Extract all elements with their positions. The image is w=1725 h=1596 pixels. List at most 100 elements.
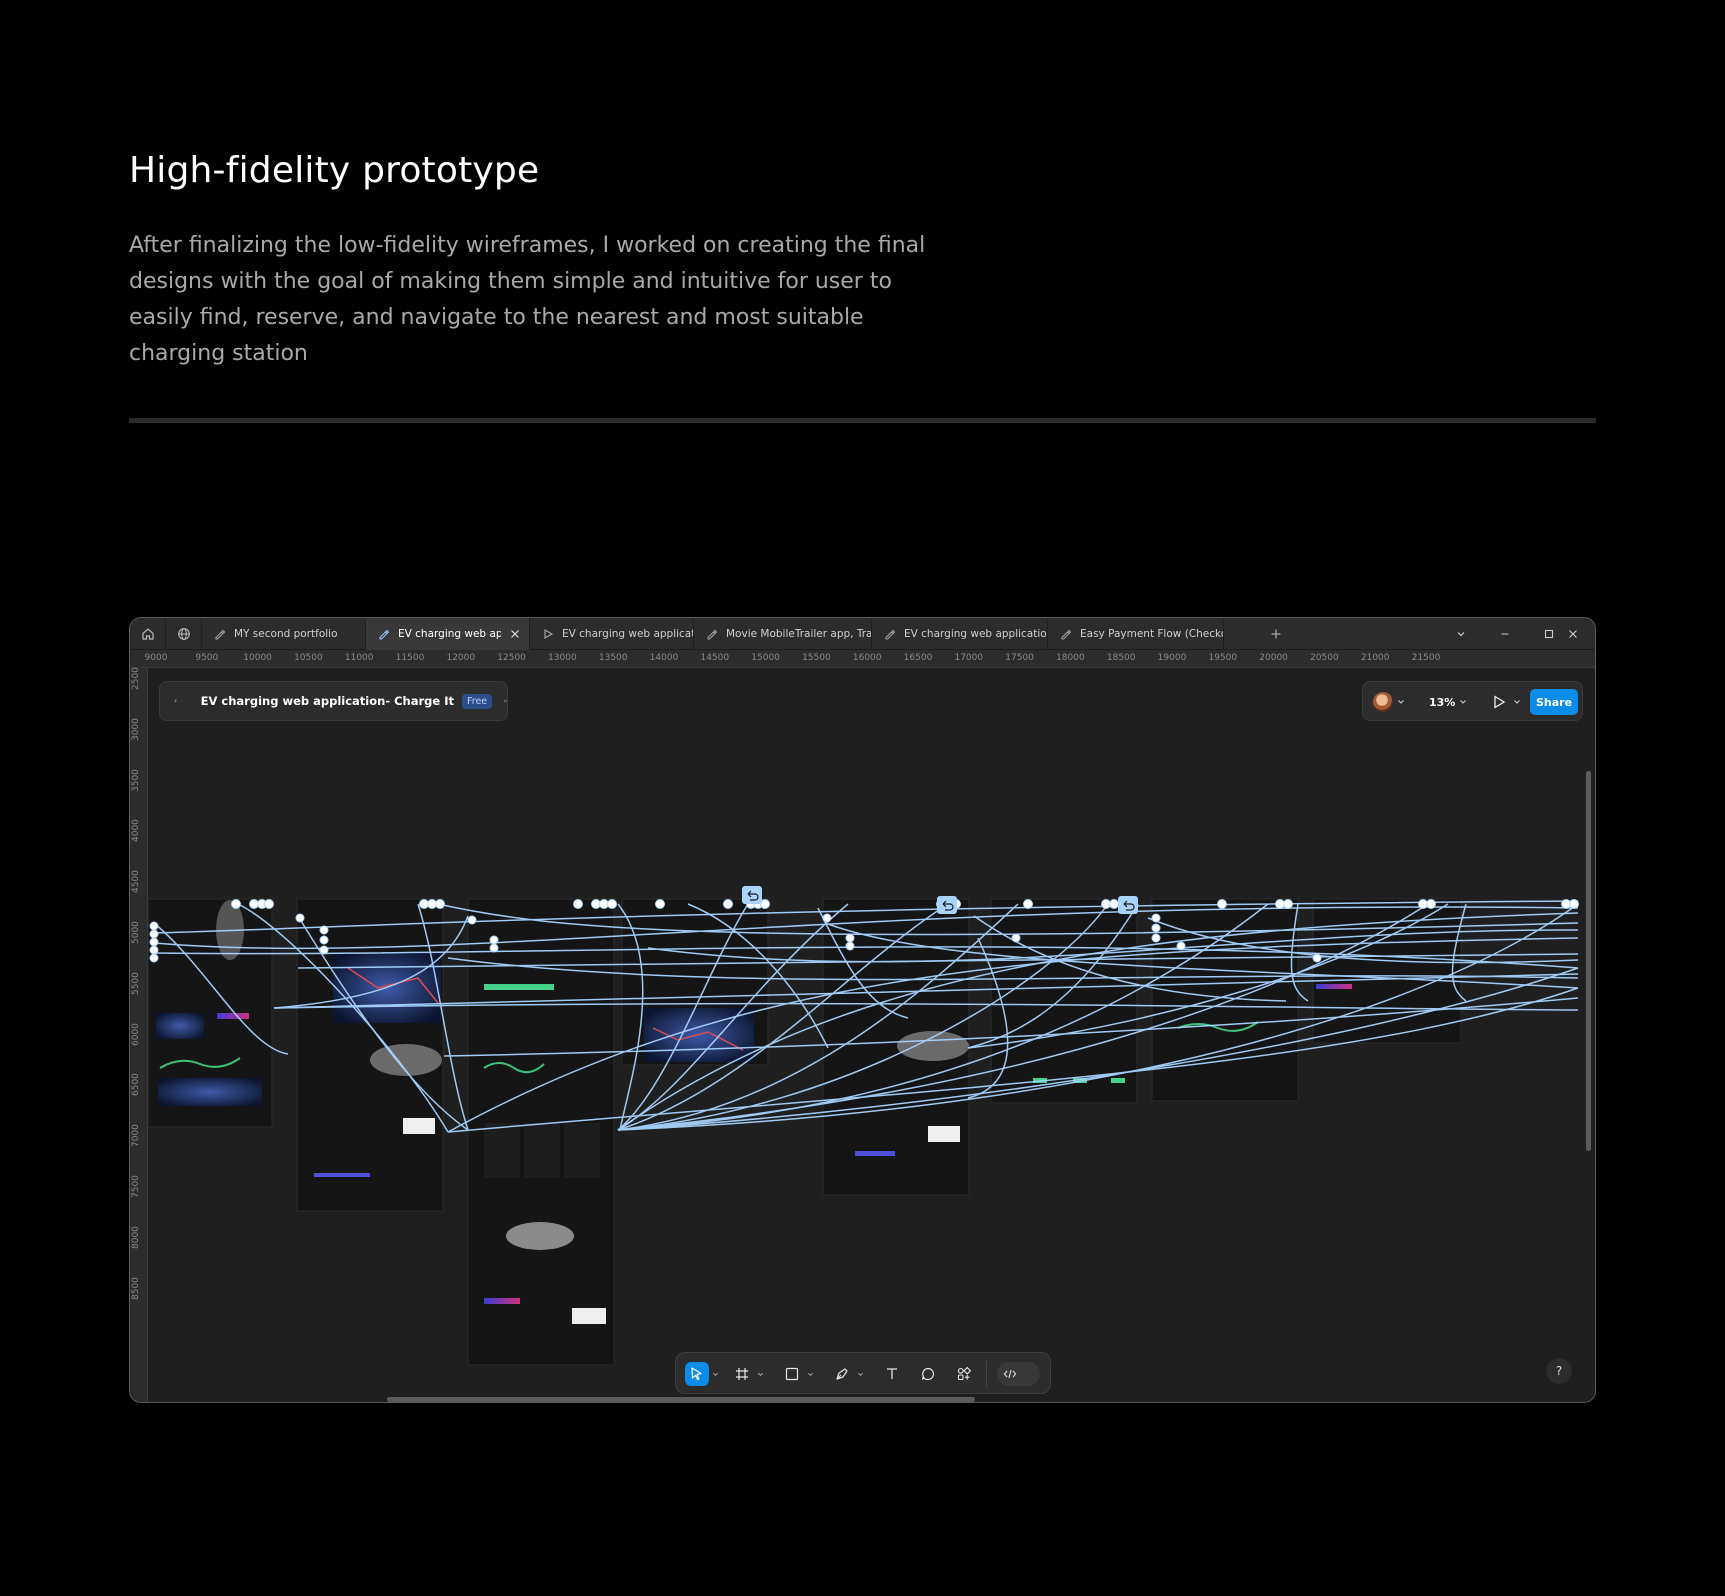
tab-label: EV charging web application- Charge It [398,628,501,640]
ruler-x-label: 9000 [144,653,168,663]
close-window-icon[interactable] [1551,618,1595,650]
ruler-x-label: 17000 [954,653,984,663]
chevron-down-icon[interactable] [181,697,183,705]
section-description: After finalizing the low-fidelity wirefr… [129,233,926,366]
actions-tool-icon[interactable] [952,1362,976,1386]
toolbar-separator [986,1361,987,1387]
ruler-x-label: 12500 [497,653,526,663]
tab-my-second-portfolio[interactable]: MY second portfolio [202,618,366,650]
ruler-y-label: 3500 [131,768,141,792]
tab-label: MY second portfolio [234,628,338,640]
chevron-down-icon[interactable] [857,1371,864,1378]
home-icon[interactable] [130,618,166,650]
code-icon [1003,1369,1017,1379]
section-title: High-fidelity prototype [129,150,540,191]
ruler-x-label: 14000 [649,653,679,663]
rectangle-tool-icon[interactable] [780,1362,804,1386]
tab-easy-payment[interactable]: Easy Payment Flow (Checkout) [1048,618,1224,650]
ruler-y-label: 4000 [131,819,141,843]
ruler-x-label: 20000 [1259,653,1288,663]
ruler-y-label: 8000 [131,1225,141,1249]
figma-window: MY second portfolio EV charging web appl… [129,617,1596,1403]
bottom-toolbar [675,1352,1051,1394]
dev-mode-toggle[interactable] [997,1362,1040,1386]
ruler-x-label: 11500 [395,653,425,663]
ruler-x-label: 21500 [1411,653,1441,663]
frame-tool-hash-icon[interactable] [730,1362,754,1386]
ruler-x-label: 11000 [344,653,374,663]
help-button[interactable]: ? [1546,1358,1572,1384]
ruler-x-label: 18000 [1056,653,1085,663]
design-canvas[interactable] [148,668,1595,1402]
chevron-down-icon[interactable] [712,1371,719,1378]
avatar[interactable] [1373,692,1393,712]
ruler-y-label: 7500 [131,1175,141,1198]
sidebar-toggle-icon[interactable] [504,694,507,708]
globe-icon[interactable] [166,618,202,650]
ruler-y-label: 2500 [131,667,141,690]
present-play-icon[interactable] [1491,694,1507,710]
ruler-x-label: 10500 [294,653,323,663]
ruler-x-label: 16500 [903,653,933,663]
ruler-x-label: 21000 [1360,653,1390,663]
tab-bar: MY second portfolio EV charging web appl… [130,618,1595,650]
chevron-down-icon[interactable] [807,1371,814,1378]
right-panel: 13% Share [1362,681,1583,721]
ruler-x-label: 19000 [1157,653,1187,663]
file-name[interactable]: EV charging web application- Charge It [201,694,454,708]
file-panel: EV charging web application- Charge It F… [159,681,508,721]
pen-tool-icon[interactable] [830,1362,854,1386]
ruler-y-label: 6500 [131,1073,141,1097]
comment-tool-icon[interactable] [916,1362,940,1386]
horizontal-scrollbar[interactable] [387,1397,975,1402]
prototype-frames [148,898,1462,1366]
ruler-y-label: 7000 [131,1124,141,1148]
vertical-scrollbar[interactable] [1586,771,1591,1151]
ruler-x-label: 12000 [446,653,476,663]
chevron-down-icon[interactable] [757,1371,764,1378]
design-file-icon [379,629,390,640]
ruler-x-label: 13000 [548,653,577,663]
close-icon[interactable] [509,628,521,640]
ruler-y-label: 8500 [131,1276,141,1300]
ruler-x-label: 14500 [700,653,730,663]
tab-ev-charging-active[interactable]: EV charging web application- Charge It [366,618,530,650]
ruler-x-label: 16000 [852,653,882,663]
figma-menu-icon[interactable] [174,692,177,710]
tab-label: Movie MobileTrailer app, Trailer [726,628,871,640]
ruler-vertical: 2500 3000 3500 4000 4500 5000 5500 6000 6500 7000… [130,667,148,1402]
tab-label: EV charging web application [562,628,693,640]
zoom-value: 13% [1429,695,1456,709]
section-divider [129,418,1596,423]
tab-label: EV charging web application [904,628,1047,640]
prototype-frames-and-connectors [148,886,1579,1366]
ruler-x-label: 19500 [1208,653,1238,663]
ruler-y-label: 4500 [131,870,141,894]
ruler-x-label: 9500 [195,653,219,663]
chevron-down-icon[interactable] [1397,698,1405,706]
ruler-y-label: 5500 [131,971,141,995]
ruler-y-label: 6000 [131,1022,141,1046]
text-tool-icon[interactable] [880,1362,904,1386]
share-button[interactable]: Share [1530,689,1578,715]
ruler-y-label: 5000 [131,921,141,944]
minimize-icon[interactable] [1483,618,1527,650]
tab-ev-charging-prototype[interactable]: EV charging web application [530,618,694,650]
tab-movie-trailer[interactable]: Movie MobileTrailer app, Trailer [694,618,872,650]
present-chevron-down-icon[interactable] [1513,698,1521,706]
move-tool-cursor-icon[interactable] [685,1362,709,1386]
tab-label: Easy Payment Flow (Checkout) [1080,628,1223,640]
tabs-dropdown-chevron-icon[interactable] [1439,618,1483,650]
add-tab-plus-icon[interactable] [1264,618,1288,650]
ruler-y-label: 3000 [131,717,141,741]
ruler-x-label: 17500 [1005,653,1034,663]
zoom-chevron-down-icon[interactable] [1459,698,1467,706]
ruler-x-label: 10000 [243,653,272,663]
ruler-x-label: 15000 [751,653,780,663]
ruler-x-label: 18500 [1106,653,1136,663]
ruler-x-label: 15500 [802,653,831,663]
tab-ev-charging-2[interactable]: EV charging web application [872,618,1048,650]
design-file-icon [885,629,896,640]
ruler-x-label: 20500 [1310,653,1339,663]
design-file-icon [1061,629,1072,640]
